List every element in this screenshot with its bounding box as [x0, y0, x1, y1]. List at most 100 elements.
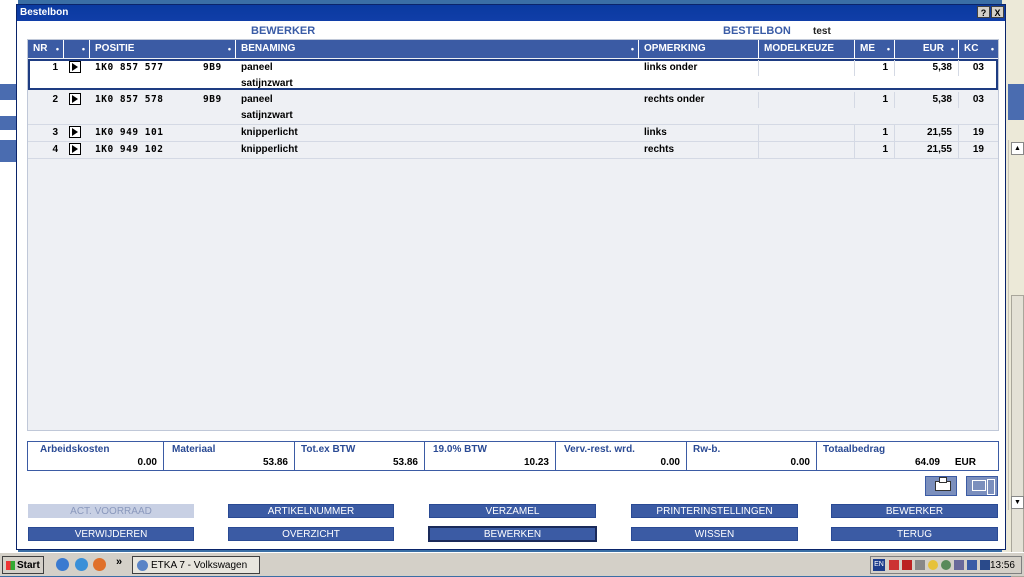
- play-icon[interactable]: [69, 93, 81, 105]
- cell-me: 1: [855, 60, 895, 76]
- tray-volume-icon[interactable]: [954, 560, 964, 570]
- print-button[interactable]: [925, 476, 957, 496]
- column-header-icon[interactable]: •: [64, 40, 90, 58]
- cell-nr: 3: [52, 127, 58, 138]
- printerinstellingen-button[interactable]: PRINTERINSTELLINGEN: [631, 504, 798, 518]
- quicklaunch-browser-icon[interactable]: [75, 558, 88, 571]
- bewerken-button[interactable]: BEWERKEN: [428, 526, 597, 542]
- monitor-icon: [972, 480, 986, 491]
- cell-modelkeuze: [759, 125, 855, 141]
- bewerker-button[interactable]: BEWERKER: [831, 504, 998, 518]
- taskbar-task-etka[interactable]: ETKA 7 - Volkswagen: [132, 556, 260, 574]
- cell-eur: 21,55: [895, 125, 959, 141]
- cell-positie: 1K0 857 578: [95, 94, 164, 105]
- cell-play[interactable]: [64, 60, 90, 76]
- quicklaunch-more-icon[interactable]: »: [116, 556, 122, 568]
- cell-modelkeuze: [759, 60, 855, 76]
- column-header-nr[interactable]: NR •: [28, 40, 64, 58]
- total-btw: 19.0% BTW 10.23: [425, 442, 556, 470]
- table-header: NR • • POSITIE • BENAMING • OPMERKING MODEL…: [28, 40, 998, 58]
- verzamel-button[interactable]: VERZAMEL: [429, 504, 596, 518]
- bewerker-label: BEWERKER: [251, 25, 316, 37]
- close-button[interactable]: X: [991, 6, 1004, 18]
- start-button[interactable]: Start: [2, 556, 44, 574]
- column-header-benaming[interactable]: BENAMING •: [236, 40, 639, 58]
- play-icon[interactable]: [69, 126, 81, 138]
- terug-button[interactable]: TERUG: [831, 527, 998, 541]
- tray-connection-icon[interactable]: [980, 560, 990, 570]
- row-divider: [28, 158, 998, 159]
- quicklaunch-ie-icon[interactable]: [56, 558, 69, 571]
- cell-nr: 4: [52, 144, 58, 155]
- cell-play[interactable]: [64, 92, 90, 108]
- total-totaalbedrag: Totaalbedrag 64.09 EUR: [823, 444, 976, 468]
- table-row[interactable]: 1 1K0 857 577 9B9 paneel links onder 1 5…: [28, 60, 998, 76]
- export-button[interactable]: [966, 476, 998, 496]
- cell-positie-suffix: 9B9: [203, 94, 222, 105]
- scroll-up-icon[interactable]: ▲: [1011, 142, 1024, 155]
- overzicht-button[interactable]: OVERZICHT: [228, 527, 394, 541]
- cell-benaming: paneel: [241, 94, 273, 105]
- column-header-kc[interactable]: KC •: [959, 40, 998, 58]
- tray-antivirus-icon[interactable]: [941, 560, 951, 570]
- table-row[interactable]: 4 1K0 949 102 knipperlicht rechts 1 21,5…: [28, 142, 998, 158]
- act-voorraad-button[interactable]: ACT. VOORRAAD: [28, 504, 194, 518]
- cell-me: 1: [855, 125, 895, 141]
- etka-app-icon: [137, 560, 148, 571]
- play-icon[interactable]: [69, 143, 81, 155]
- column-header-opmerking[interactable]: OPMERKING: [639, 40, 759, 58]
- taskbar: Start » ETKA 7 - Volkswagen EN 13:56: [0, 552, 1024, 576]
- wissen-button[interactable]: WISSEN: [631, 527, 798, 541]
- tray-update-icon[interactable]: [967, 560, 977, 570]
- play-icon[interactable]: [69, 61, 81, 73]
- language-indicator[interactable]: EN: [873, 559, 885, 571]
- table-row-continuation[interactable]: satijnzwart: [28, 76, 998, 92]
- cell-positie: 1K0 857 577: [95, 62, 164, 73]
- total-totex-btw: Tot.ex BTW 53.86: [295, 442, 425, 470]
- cell-eur: 5,38: [895, 92, 959, 108]
- quicklaunch-firefox-icon[interactable]: [93, 558, 106, 571]
- cell-play[interactable]: [64, 142, 90, 158]
- tray-clock[interactable]: 13:56: [990, 557, 1015, 574]
- tray-app-icon[interactable]: [915, 560, 925, 570]
- cell-benaming: paneel: [241, 62, 273, 73]
- cell-play[interactable]: [64, 125, 90, 141]
- cell-me: 1: [855, 92, 895, 108]
- cell-benaming: knipperlicht: [241, 144, 298, 155]
- cell-eur: 21,55: [895, 142, 959, 158]
- column-header-eur[interactable]: EUR •: [895, 40, 959, 58]
- background-scrollbar[interactable]: ▲ ▼: [1008, 140, 1024, 577]
- verwijderen-button[interactable]: VERWIJDEREN: [28, 527, 194, 541]
- cell-positie-suffix: [198, 142, 236, 158]
- cell-me: 1: [855, 142, 895, 158]
- title-bar: Bestelbon ? X: [17, 5, 1005, 21]
- tray-shield-icon[interactable]: [928, 560, 938, 570]
- windows-flag-icon: [6, 561, 15, 570]
- cell-modelkeuze: [759, 92, 855, 108]
- bestelbon-label: BESTELBON: [723, 25, 791, 37]
- scroll-thumb[interactable]: [1011, 295, 1024, 577]
- artikelnummer-button[interactable]: ARTIKELNUMMER: [228, 504, 394, 518]
- column-header-me[interactable]: ME •: [855, 40, 895, 58]
- bestelbon-value: test: [813, 26, 831, 37]
- column-header-positie[interactable]: POSITIE •: [90, 40, 236, 58]
- system-tray: EN 13:56: [870, 556, 1022, 574]
- background-strip: [1008, 84, 1024, 120]
- table-row-continuation[interactable]: satijnzwart: [28, 108, 998, 124]
- scroll-down-icon[interactable]: ▼: [1011, 496, 1024, 509]
- tray-network-icon[interactable]: [889, 560, 899, 570]
- column-header-modelkeuze[interactable]: MODELKEUZE: [759, 40, 855, 58]
- table-row[interactable]: 2 1K0 857 578 9B9 paneel rechts onder 1 …: [28, 92, 998, 108]
- tray-acrobat-icon[interactable]: [902, 560, 912, 570]
- table-row[interactable]: 3 1K0 949 101 knipperlicht links 1 21,55…: [28, 125, 998, 141]
- cell-nr: 1: [52, 62, 58, 73]
- cell-opmerking: links onder: [639, 60, 759, 76]
- window-title: Bestelbon: [20, 7, 69, 18]
- order-table: NR • • POSITIE • BENAMING • OPMERKING MODEL…: [27, 39, 999, 431]
- total-verv-rest: Verv.-rest. wrd. 0.00: [556, 442, 687, 470]
- total-arbeidskosten: Arbeidskosten 0.00: [28, 442, 164, 470]
- total-materiaal: Materiaal 53.86: [164, 442, 295, 470]
- help-button[interactable]: ?: [977, 6, 990, 18]
- cell-kc: 03: [972, 94, 984, 105]
- cell-positie-suffix: 9B9: [203, 62, 222, 73]
